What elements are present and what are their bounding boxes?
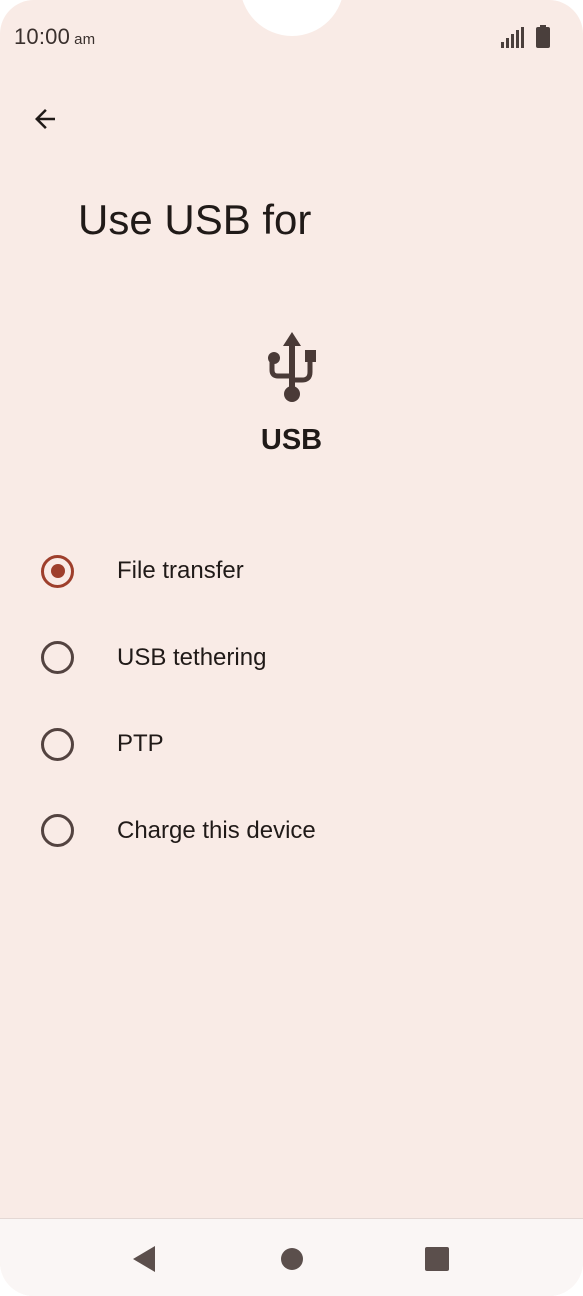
usb-mode-options: File transfer USB tethering PTP Charge t… <box>0 528 583 874</box>
option-ptp[interactable]: PTP <box>0 701 583 788</box>
option-usb-tethering[interactable]: USB tethering <box>0 615 583 702</box>
option-label: PTP <box>117 730 164 758</box>
usb-label: USB <box>260 424 323 456</box>
radio-dot <box>50 564 65 579</box>
status-time: 10:00 am <box>14 24 95 50</box>
option-file-transfer[interactable]: File transfer <box>0 528 583 615</box>
page-title: Use USB for <box>78 196 312 243</box>
arrow-back-icon <box>35 109 55 129</box>
option-label: USB tethering <box>117 643 267 671</box>
nav-back-button[interactable] <box>124 1239 164 1279</box>
radio-button[interactable] <box>41 814 74 848</box>
phone-screen: 10:00 am Use USB for USB File transfer U… <box>0 0 583 1296</box>
usb-icon <box>268 332 316 402</box>
option-label: Charge this device <box>117 816 316 844</box>
signal-icon <box>501 27 524 48</box>
option-charge-device[interactable]: Charge this device <box>0 788 583 875</box>
status-bar: 10:00 am <box>0 0 583 72</box>
radio-button[interactable] <box>41 727 74 761</box>
nav-home-icon <box>281 1248 303 1270</box>
radio-button-selected[interactable] <box>41 554 74 588</box>
back-button[interactable] <box>26 100 64 138</box>
nav-back-icon <box>133 1246 155 1272</box>
nav-recents-icon <box>425 1247 449 1271</box>
status-time-value: 10:00 <box>14 24 71 49</box>
battery-icon <box>536 25 550 48</box>
radio-button[interactable] <box>41 641 74 675</box>
status-time-ampm: am <box>74 31 96 48</box>
nav-home-button[interactable] <box>272 1239 312 1279</box>
navigation-bar <box>0 1218 583 1296</box>
nav-recents-button[interactable] <box>417 1239 457 1279</box>
option-label: File transfer <box>117 557 244 585</box>
